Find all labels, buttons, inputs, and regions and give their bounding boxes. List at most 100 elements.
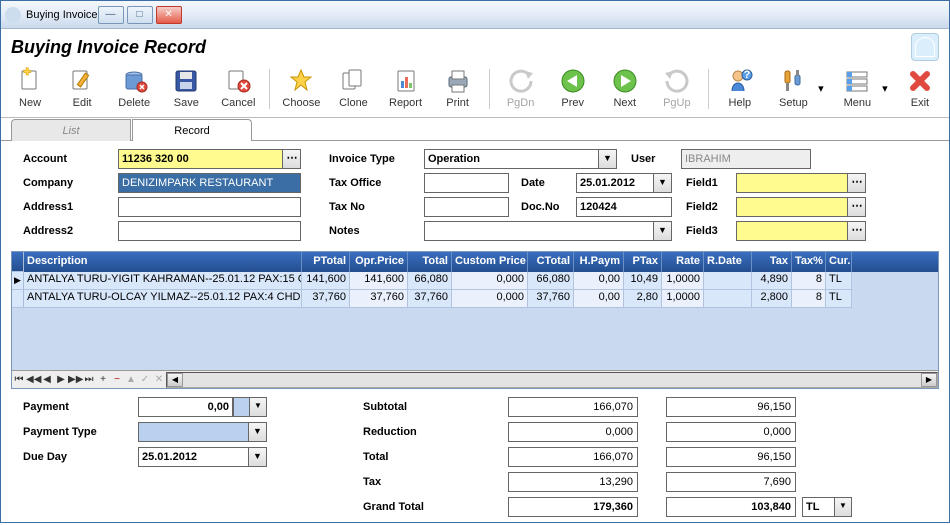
cell-desc[interactable]: ANTALYA TURU-YIGIT KAHRAMAN--25.01.12 PA…	[24, 272, 302, 290]
menu-dropdown[interactable]: ▾	[881, 67, 889, 109]
chevron-down-icon[interactable]: ▼	[834, 498, 851, 516]
cell-tax[interactable]: 2,800	[752, 290, 792, 308]
cell-ptax[interactable]: 2,80	[624, 290, 662, 308]
col-customprice[interactable]: Custom Price	[452, 252, 528, 272]
field3-input[interactable]	[736, 221, 848, 241]
reduction-a[interactable]	[508, 422, 638, 442]
next-button[interactable]: Next	[604, 67, 646, 109]
docno-input[interactable]	[576, 197, 672, 217]
cell-tot[interactable]: 37,760	[408, 290, 452, 308]
payment-currency[interactable]: ▼	[233, 397, 267, 417]
col-ptotal[interactable]: PTotal	[302, 252, 350, 272]
table-row[interactable]: ▶ ANTALYA TURU-YIGIT KAHRAMAN--25.01.12 …	[12, 272, 938, 290]
cell-ctot[interactable]: 37,760	[528, 290, 574, 308]
cell-taxp[interactable]: 8	[792, 272, 826, 290]
setup-button[interactable]: Setup	[771, 67, 816, 109]
exit-button[interactable]: Exit	[899, 67, 941, 109]
tax-no-input[interactable]	[424, 197, 509, 217]
nav-nextpage[interactable]: ▶▶	[68, 372, 82, 388]
cell-cprice[interactable]: 0,000	[452, 290, 528, 308]
maximize-button[interactable]: □	[127, 6, 153, 24]
cell-cur[interactable]: TL	[826, 272, 852, 290]
col-rdate[interactable]: R.Date	[704, 252, 752, 272]
edit-button[interactable]: Edit	[61, 67, 103, 109]
cell-tot[interactable]: 66,080	[408, 272, 452, 290]
chevron-down-icon[interactable]: ▼	[249, 422, 267, 442]
account-lookup[interactable]: ⋯	[283, 149, 301, 169]
chevron-down-icon[interactable]: ▼	[249, 447, 267, 467]
grid-body[interactable]: ▶ ANTALYA TURU-YIGIT KAHRAMAN--25.01.12 …	[12, 272, 938, 370]
col-cur[interactable]: Cur.	[826, 252, 852, 272]
menu-button[interactable]: Menu	[835, 67, 880, 109]
company-input[interactable]	[118, 173, 301, 193]
minimize-button[interactable]: —	[98, 6, 124, 24]
cell-rate[interactable]: 1,0000	[662, 272, 704, 290]
cell-taxp[interactable]: 8	[792, 290, 826, 308]
field2-lookup[interactable]: ⋯	[848, 197, 866, 217]
cell-ctot[interactable]: 66,080	[528, 272, 574, 290]
cell-tax[interactable]: 4,890	[752, 272, 792, 290]
prev-button[interactable]: Prev	[552, 67, 594, 109]
col-description[interactable]: Description	[24, 252, 302, 272]
clone-button[interactable]: Clone	[332, 67, 374, 109]
cell-opr[interactable]: 141,600	[350, 272, 408, 290]
notes-arrow[interactable]: ▼	[654, 221, 672, 241]
tax-office-input[interactable]	[424, 173, 509, 193]
account-input[interactable]	[118, 149, 283, 169]
field1-input[interactable]	[736, 173, 848, 193]
cell-hp[interactable]: 0,00	[574, 272, 624, 290]
choose-button[interactable]: Choose	[280, 67, 322, 109]
setup-dropdown[interactable]: ▾	[817, 67, 825, 109]
col-oprprice[interactable]: Opr.Price	[350, 252, 408, 272]
nav-cancel[interactable]: ✕	[152, 372, 166, 388]
chevron-down-icon[interactable]: ▼	[249, 398, 266, 416]
notes-input[interactable]	[424, 221, 654, 241]
col-hpaym[interactable]: H.Paym	[574, 252, 624, 272]
help-button[interactable]: ? Help	[719, 67, 761, 109]
cell-cur[interactable]: TL	[826, 290, 852, 308]
scroll-right-icon[interactable]: ▶	[921, 373, 937, 387]
nav-add[interactable]: +	[96, 372, 110, 388]
date-arrow[interactable]: ▼	[654, 173, 672, 193]
cell-hp[interactable]: 0,00	[574, 290, 624, 308]
nav-prevpage[interactable]: ◀◀	[26, 372, 40, 388]
col-ctotal[interactable]: CTotal	[528, 252, 574, 272]
print-button[interactable]: Print	[437, 67, 479, 109]
grid-hscroll[interactable]: ◀ ▶	[166, 372, 938, 388]
col-taxp[interactable]: Tax%	[792, 252, 826, 272]
col-rate[interactable]: Rate	[662, 252, 704, 272]
nav-last[interactable]: ⏭	[82, 372, 96, 388]
grand-currency-select[interactable]: TL▼	[802, 497, 852, 517]
scroll-left-icon[interactable]: ◀	[167, 373, 183, 387]
cell-ptot[interactable]: 37,760	[302, 290, 350, 308]
report-button[interactable]: Report	[384, 67, 426, 109]
nav-next[interactable]: ▶	[54, 372, 68, 388]
field3-lookup[interactable]: ⋯	[848, 221, 866, 241]
cell-ptot[interactable]: 141,600	[302, 272, 350, 290]
invoice-type-select[interactable]	[424, 149, 599, 169]
cell-rdate[interactable]	[704, 272, 752, 290]
new-button[interactable]: New	[9, 67, 51, 109]
save-button[interactable]: Save	[165, 67, 207, 109]
field1-lookup[interactable]: ⋯	[848, 173, 866, 193]
cell-opr[interactable]: 37,760	[350, 290, 408, 308]
cell-desc[interactable]: ANTALYA TURU-OLCAY YILMAZ--25.01.12 PAX:…	[24, 290, 302, 308]
address2-input[interactable]	[118, 221, 301, 241]
cell-rdate[interactable]	[704, 290, 752, 308]
close-button[interactable]: ✕	[156, 6, 182, 24]
address1-input[interactable]	[118, 197, 301, 217]
cell-ptax[interactable]: 10,49	[624, 272, 662, 290]
tab-list[interactable]: List	[11, 119, 131, 141]
nav-edit[interactable]: ▲	[124, 372, 138, 388]
date-input[interactable]	[576, 173, 654, 193]
nav-first[interactable]: ⏮	[12, 372, 26, 388]
nav-prev[interactable]: ◀	[40, 372, 54, 388]
cell-cprice[interactable]: 0,000	[452, 272, 528, 290]
cell-rate[interactable]: 1,0000	[662, 290, 704, 308]
table-row[interactable]: ANTALYA TURU-OLCAY YILMAZ--25.01.12 PAX:…	[12, 290, 938, 308]
payment-type-select[interactable]	[138, 422, 249, 442]
cancel-button[interactable]: Cancel	[217, 67, 259, 109]
reduction-b[interactable]	[666, 422, 796, 442]
payment-input[interactable]	[138, 397, 233, 417]
col-ptax[interactable]: PTax	[624, 252, 662, 272]
